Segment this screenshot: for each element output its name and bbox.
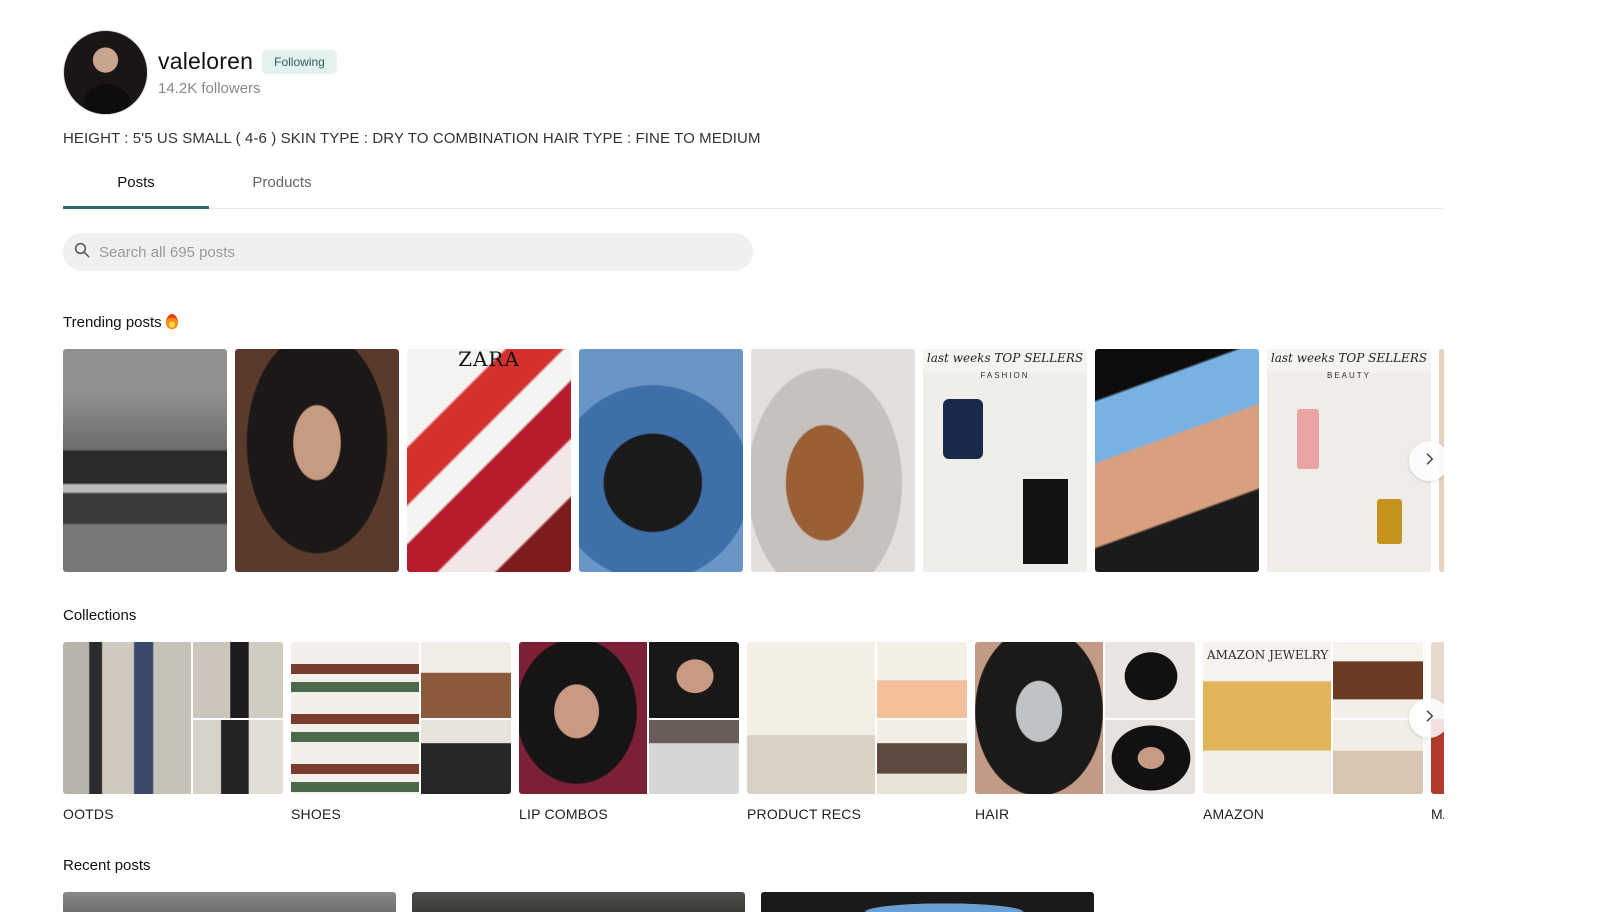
trending-post[interactable]: last weeks TOP SELLERS BEAUTY: [1267, 349, 1431, 572]
post-banner-text: last weeks TOP SELLERS: [926, 351, 1084, 365]
collections-carousel: OOTDS SHOES LIP COMBOS PRODUCT RECS HAIR…: [63, 642, 1444, 832]
avatar[interactable]: [63, 30, 148, 115]
collection-label: LIP COMBOS: [519, 806, 608, 822]
collection-thumbnail: AMAZON JEWELRY: [1203, 642, 1423, 794]
collection-thumbnail: [291, 642, 511, 794]
post-subbanner-text: BEAUTY: [1326, 371, 1371, 380]
collection-label: AMAZON: [1203, 806, 1265, 822]
collection-label: OOTDS: [63, 806, 114, 822]
collection-card[interactable]: PRODUCT RECS: [747, 642, 967, 822]
chevron-right-icon: [1421, 451, 1437, 472]
collection-label: PRODUCT RECS: [747, 806, 862, 822]
collection-card[interactable]: SHOES: [291, 642, 511, 822]
collection-card[interactable]: LIP COMBOS: [519, 642, 739, 822]
collection-label: SHOES: [291, 806, 342, 822]
bio: HEIGHT : 5'5 US SMALL ( 4-6 ) SKIN TYPE …: [63, 130, 761, 147]
search-input[interactable]: [99, 243, 739, 261]
recent-posts-row: [63, 892, 1444, 912]
collection-card[interactable]: AMAZON JEWELRY AMAZON: [1203, 642, 1423, 822]
fire-icon: [165, 314, 178, 329]
search-icon: [73, 241, 91, 264]
collection-card[interactable]: HAIR: [975, 642, 1195, 822]
collection-thumbnail: [975, 642, 1195, 794]
trending-post[interactable]: last weeks TOP SELLERS FASHION: [923, 349, 1087, 572]
tab-posts[interactable]: Posts: [63, 164, 209, 209]
collection-image-text: AMAZON JEWELRY: [1207, 648, 1329, 662]
collections-next-button[interactable]: [1409, 698, 1444, 738]
trending-carousel: ZARA last weeks TOP SELLERS FASHION last…: [63, 349, 1444, 572]
trending-post[interactable]: [1095, 349, 1259, 572]
recent-posts-title: Recent posts: [63, 857, 151, 874]
trending-post[interactable]: [235, 349, 399, 572]
chevron-right-icon: [1421, 708, 1437, 729]
collection-thumbnail: [747, 642, 967, 794]
trending-post[interactable]: [579, 349, 743, 572]
tab-bar: Posts Products: [63, 164, 1443, 209]
trending-post[interactable]: [63, 349, 227, 572]
recent-post[interactable]: [63, 892, 396, 912]
username[interactable]: valeloren: [158, 48, 253, 75]
collection-card[interactable]: OOTDS: [63, 642, 283, 822]
collection-thumbnail: [519, 642, 739, 794]
search-bar[interactable]: [63, 233, 753, 271]
collections-title: Collections: [63, 607, 137, 624]
trending-next-button[interactable]: [1409, 441, 1444, 481]
post-subbanner-text: FASHION: [980, 371, 1030, 380]
collection-thumbnail: [63, 642, 283, 794]
tab-products[interactable]: Products: [209, 164, 355, 208]
post-brand-text: ZARA: [458, 349, 520, 371]
trending-title-text: Trending posts: [63, 314, 162, 331]
collection-label: HAIR: [975, 806, 1010, 822]
following-button[interactable]: Following: [262, 49, 337, 74]
followers-count: 14.2K followers: [158, 80, 261, 97]
post-banner-text: last weeks TOP SELLERS: [1270, 351, 1428, 365]
collection-label: MA: [1431, 806, 1444, 822]
recent-post[interactable]: [761, 892, 1094, 912]
trending-title: Trending posts: [63, 314, 178, 331]
trending-post[interactable]: ZARA: [407, 349, 571, 572]
profile-header: valeloren Following 14.2K followers: [63, 30, 337, 115]
trending-post[interactable]: [751, 349, 915, 572]
profile-meta: valeloren Following 14.2K followers: [158, 48, 337, 97]
name-row: valeloren Following: [158, 48, 337, 75]
recent-post[interactable]: [412, 892, 745, 912]
